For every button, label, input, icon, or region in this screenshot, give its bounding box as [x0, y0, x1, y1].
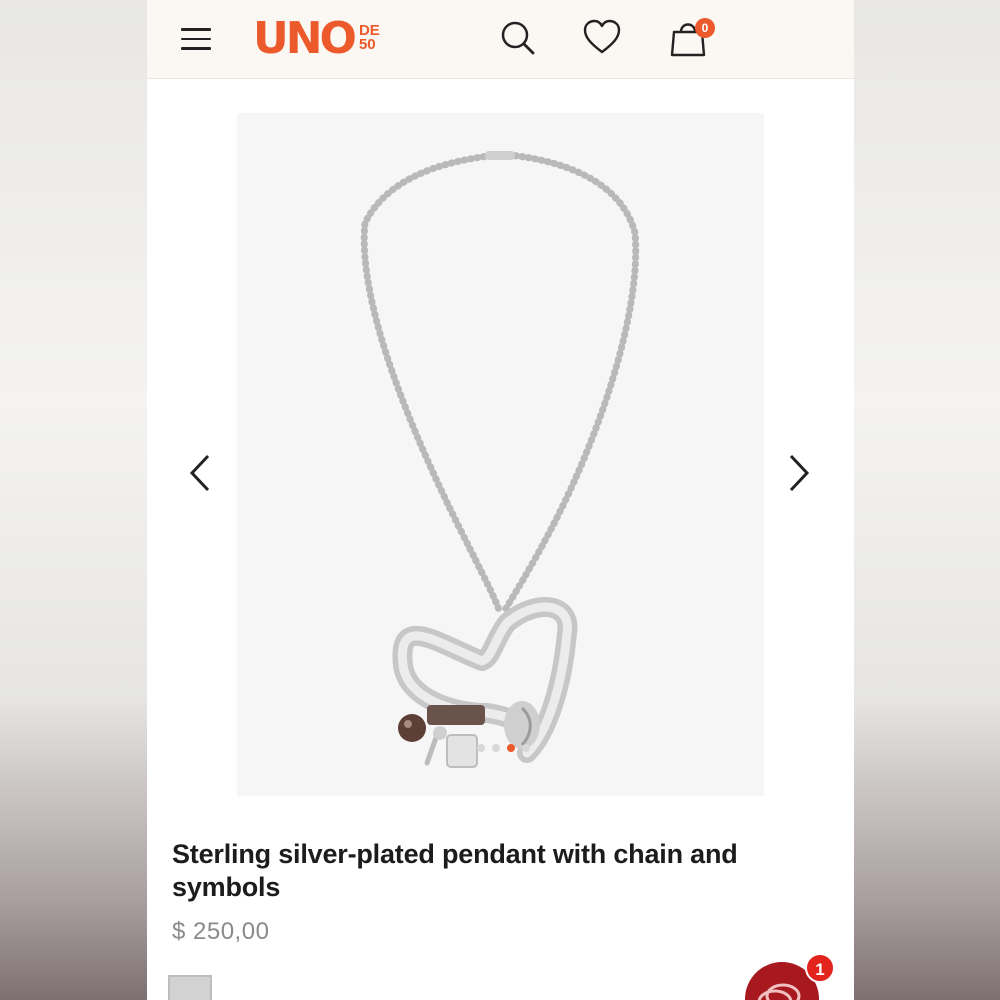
carousel-dot-active[interactable] — [507, 744, 515, 752]
next-image-arrow[interactable] — [779, 448, 819, 498]
menu-icon[interactable] — [181, 28, 211, 50]
product-price: $ 250,00 — [172, 918, 270, 945]
necklace-illustration — [360, 151, 640, 768]
product-title: Sterling silver-plated pendant with chai… — [172, 839, 738, 902]
previous-image-arrow[interactable] — [182, 448, 222, 498]
cart-count-badge: 0 — [695, 18, 715, 38]
mobile-page: UNO DE 50 0 Sterling silver-plated penda… — [147, 0, 854, 1000]
site-header: UNO DE 50 0 — [147, 0, 854, 79]
brand-logo[interactable]: UNO DE 50 — [253, 12, 380, 64]
logo-wordmark: UNO — [253, 12, 357, 64]
chat-notification-badge: 1 — [805, 953, 835, 983]
color-swatch-silver[interactable] — [168, 975, 212, 1000]
carousel-dot[interactable] — [522, 744, 530, 752]
carousel-dot[interactable] — [477, 744, 485, 752]
background-right — [854, 0, 1000, 1000]
search-icon[interactable] — [498, 18, 538, 58]
background-left — [0, 0, 147, 1000]
product-image[interactable] — [237, 113, 764, 796]
logo-suffix: DE 50 — [358, 23, 380, 53]
logo-50: 50 — [358, 36, 376, 53]
carousel-dots — [477, 744, 530, 752]
carousel-dot[interactable] — [492, 744, 500, 752]
heart-icon[interactable] — [582, 18, 622, 58]
